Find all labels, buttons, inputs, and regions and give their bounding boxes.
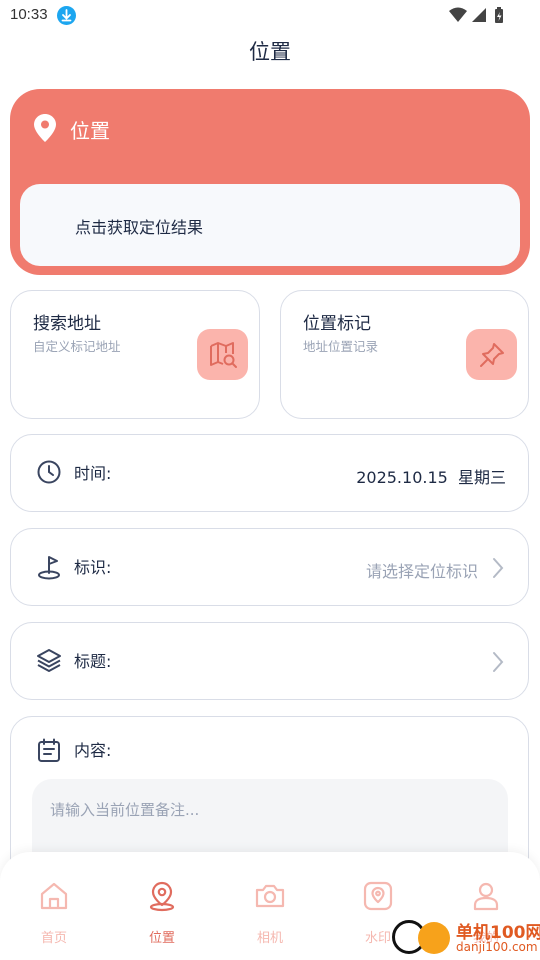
battery-icon [495, 7, 503, 23]
user-icon [470, 880, 502, 916]
get-location-button[interactable]: 点击获取定位结果 [20, 184, 520, 266]
watermark-domain: danji100.com [456, 940, 538, 954]
title-label: 标题: [74, 652, 112, 671]
location-pin-icon [32, 113, 58, 147]
marker-select-placeholder[interactable]: 请选择定位标识 [366, 558, 478, 582]
wifi-icon [449, 7, 467, 22]
location-marker-tile[interactable]: 位置标记 地址位置记录 [280, 290, 529, 419]
watermark-logo-dot [418, 922, 450, 954]
location-hero-card: 位置 点击获取定位结果 [10, 89, 530, 275]
map-search-icon [197, 329, 248, 380]
home-icon [38, 880, 70, 916]
status-bar: 10:33 [0, 0, 540, 32]
tile-title: 位置标记 [303, 314, 371, 334]
flag-pin-icon [36, 553, 62, 585]
pin-icon [466, 329, 517, 380]
title-row[interactable]: 标题: [10, 622, 529, 700]
tab-home[interactable]: 首页 [0, 852, 108, 960]
watermark-icon [362, 880, 394, 916]
time-label: 时间: [74, 464, 112, 483]
camera-icon [254, 880, 286, 916]
search-address-tile[interactable]: 搜索地址 自定义标记地址 [10, 290, 260, 419]
tile-subtitle: 地址位置记录 [303, 339, 379, 354]
chevron-right-icon [492, 651, 504, 677]
content-label: 内容: [74, 741, 112, 760]
page-title: 位置 [249, 40, 291, 64]
tab-label: 相机 [256, 931, 283, 946]
tab-label: 首页 [40, 931, 67, 946]
marker-label: 标识: [74, 558, 112, 577]
hero-title: 位置 [70, 119, 110, 143]
content-placeholder: 请输入当前位置备注... [50, 801, 200, 819]
layers-icon [36, 647, 62, 677]
time-value: 2025.10.15 星期三 [356, 468, 506, 487]
status-time: 10:33 [10, 6, 48, 23]
location-result-text: 点击获取定位结果 [75, 218, 204, 237]
marker-row[interactable]: 标识: 请选择定位标识 [10, 528, 529, 606]
clock-icon [36, 459, 62, 489]
notepad-icon [36, 737, 62, 767]
location-icon [146, 880, 178, 916]
status-icons [448, 6, 510, 24]
tab-location[interactable]: 位置 [108, 852, 216, 960]
time-row: 时间: 2025.10.15 星期三 [10, 434, 529, 512]
chevron-right-icon [492, 557, 504, 583]
tile-subtitle: 自定义标记地址 [33, 339, 121, 354]
tab-label: 位置 [148, 931, 175, 946]
signal-icon [472, 8, 486, 22]
download-icon [57, 6, 76, 25]
tile-title: 搜索地址 [33, 314, 101, 334]
tab-camera[interactable]: 相机 [216, 852, 324, 960]
